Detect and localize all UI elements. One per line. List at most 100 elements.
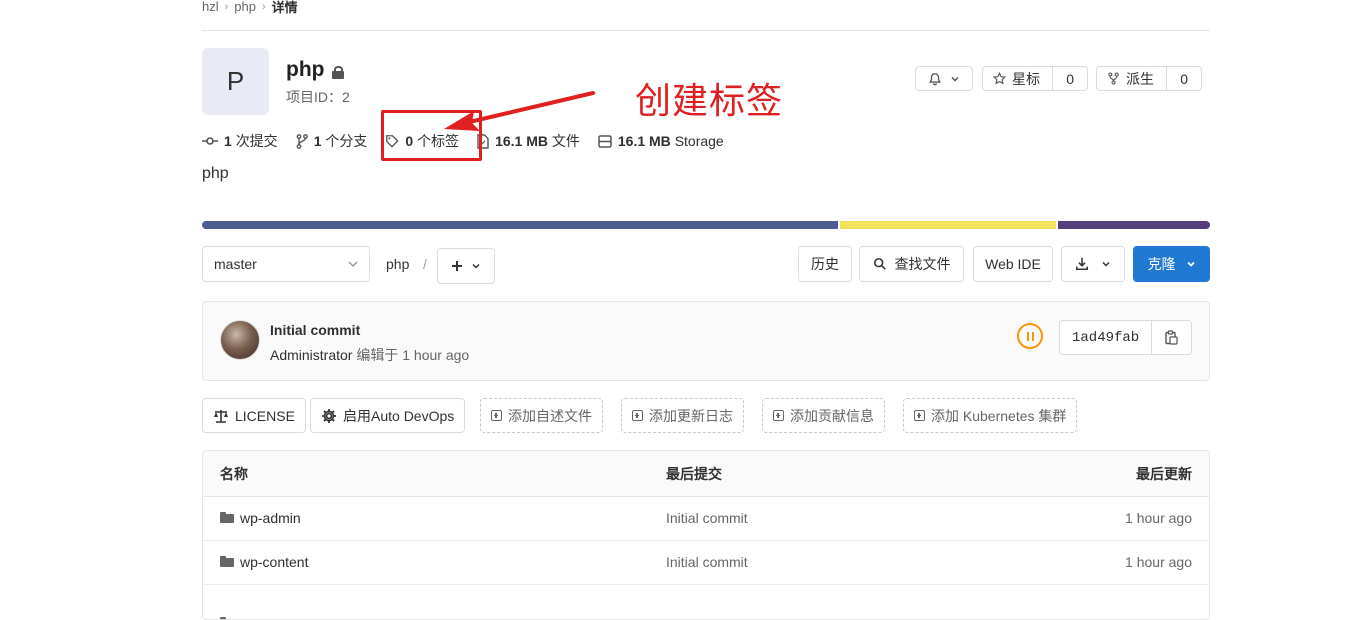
plus-square-icon [491, 410, 502, 421]
branch-name: master [214, 256, 257, 272]
chevron-down-icon [348, 261, 358, 268]
table-row[interactable]: wp-content Initial commit 1 hour ago [203, 540, 1209, 585]
add-contributing-button[interactable]: 添加贡献信息 [762, 398, 885, 433]
commit-icon [202, 137, 218, 145]
chevron-right-icon: › [262, 0, 266, 13]
download-icon [1075, 257, 1089, 271]
breadcrumb-link-group[interactable]: hzl [202, 0, 219, 14]
star-count[interactable]: 0 [1053, 67, 1087, 90]
copy-sha-button[interactable] [1152, 321, 1191, 354]
history-button[interactable]: 历史 [798, 246, 852, 282]
file-tree-table: 名称 最后提交 最后更新 wp-admin Initial commit 1 h… [202, 450, 1210, 620]
add-file-dropdown[interactable] [437, 248, 495, 284]
fork-button[interactable]: 派生 0 [1096, 66, 1202, 91]
file-name-cell[interactable]: wp-content [220, 540, 308, 584]
fork-toggle[interactable]: 派生 [1097, 67, 1168, 90]
plus-square-icon [914, 410, 925, 421]
license-button[interactable]: LICENSE [202, 398, 306, 433]
find-file-label: 查找文件 [894, 256, 951, 272]
file-name-cell [220, 584, 234, 619]
clone-label: 克隆 [1147, 256, 1176, 272]
storage-stat[interactable]: 16.1 MB Storage [598, 133, 724, 149]
breadcrumb-link-project[interactable]: php [234, 0, 256, 14]
repo-path-separator: / [423, 256, 427, 272]
license-label: LICENSE [235, 407, 295, 424]
notifications-button[interactable] [915, 66, 973, 91]
file-last-commit[interactable]: Initial commit [666, 496, 748, 540]
add-contributing-label: 添加贡献信息 [790, 407, 874, 424]
file-last-commit[interactable]: Initial commit [666, 540, 748, 584]
project-title[interactable]: php [286, 58, 324, 82]
table-row[interactable]: wp-admin Initial commit 1 hour ago [203, 496, 1209, 541]
branches-label: 个分支 [325, 133, 368, 149]
commit-verb: 编辑于 [356, 347, 399, 363]
star-label: 星标 [1012, 70, 1040, 87]
file-name-cell[interactable]: wp-admin [220, 496, 301, 540]
language-bar-segment [1058, 221, 1210, 229]
search-icon [873, 257, 886, 270]
commit-author[interactable]: Administrator [270, 347, 352, 363]
project-title-row: php [286, 58, 345, 82]
header-name: 名称 [220, 465, 248, 482]
branch-dropdown[interactable]: master [202, 246, 370, 282]
commit-sha[interactable]: 1ad49fab [1060, 321, 1153, 354]
language-bar-segment [202, 221, 838, 229]
chevron-down-icon [1102, 261, 1110, 267]
header-last-update: 最后更新 [1136, 465, 1192, 482]
star-icon [993, 72, 1006, 85]
commit-sha-group: 1ad49fab [1059, 320, 1192, 355]
project-id: 项目ID：2 [286, 89, 350, 105]
bell-icon [929, 72, 941, 85]
language-bar [202, 221, 1210, 229]
auto-devops-label: 启用Auto DevOps [343, 407, 455, 424]
commit-title[interactable]: Initial commit [270, 322, 360, 338]
branches-stat[interactable]: 1 个分支 [296, 131, 368, 151]
commits-stat[interactable]: 1 次提交 [202, 131, 278, 151]
pipeline-status-paused-icon[interactable] [1017, 323, 1043, 349]
web-ide-button[interactable]: Web IDE [973, 246, 1053, 282]
scale-icon [214, 409, 228, 423]
commits-count: 1 [224, 133, 232, 149]
add-kubernetes-cluster-button[interactable]: 添加 Kubernetes 集群 [903, 398, 1078, 433]
clipboard-icon [1165, 330, 1178, 345]
storage-label: Storage [674, 133, 724, 149]
clone-dropdown[interactable]: 克隆 [1133, 246, 1210, 282]
branches-count: 1 [313, 133, 322, 149]
project-description: php [202, 165, 229, 182]
find-file-button[interactable]: 查找文件 [859, 246, 964, 282]
star-toggle[interactable]: 星标 [983, 67, 1054, 90]
file-last-update: 1 hour ago [1125, 510, 1192, 526]
add-readme-button[interactable]: 添加自述文件 [480, 398, 603, 433]
file-name[interactable]: wp-content [240, 554, 308, 570]
lock-icon [332, 66, 345, 79]
breadcrumb-current[interactable]: 详情 [272, 0, 298, 16]
file-name[interactable]: wp-admin [240, 510, 301, 526]
gear-icon [322, 408, 336, 423]
commit-time: 1 hour ago [402, 347, 470, 363]
project-avatar[interactable]: P [202, 48, 269, 115]
annotation-label: 创建标签 [635, 80, 784, 121]
folder-icon [220, 556, 234, 567]
table-row-partial [203, 584, 1209, 619]
add-changelog-button[interactable]: 添加更新日志 [621, 398, 744, 433]
plus-icon [452, 261, 462, 271]
fork-count[interactable]: 0 [1167, 67, 1201, 90]
folder-icon [220, 512, 234, 523]
divider [202, 30, 1210, 31]
fork-icon [1108, 72, 1119, 85]
plus-square-icon [773, 410, 784, 421]
add-changelog-label: 添加更新日志 [649, 407, 733, 424]
language-bar-segment [839, 221, 1057, 229]
commits-label: 次提交 [235, 133, 278, 149]
chevron-right-icon: › [224, 0, 229, 13]
commit-meta: Administrator 编辑于 1 hour ago [270, 345, 469, 365]
repo-path-root[interactable]: php [386, 256, 409, 272]
chevron-down-icon [472, 263, 480, 269]
enable-auto-devops-button[interactable]: 启用Auto DevOps [310, 398, 466, 433]
storage-size: 16.1 MB [617, 133, 671, 149]
add-readme-label: 添加自述文件 [508, 407, 592, 424]
avatar[interactable] [220, 320, 260, 360]
star-button[interactable]: 星标 0 [982, 66, 1088, 91]
download-dropdown[interactable] [1061, 246, 1125, 282]
add-kubernetes-label: 添加 Kubernetes 集群 [931, 407, 1067, 424]
